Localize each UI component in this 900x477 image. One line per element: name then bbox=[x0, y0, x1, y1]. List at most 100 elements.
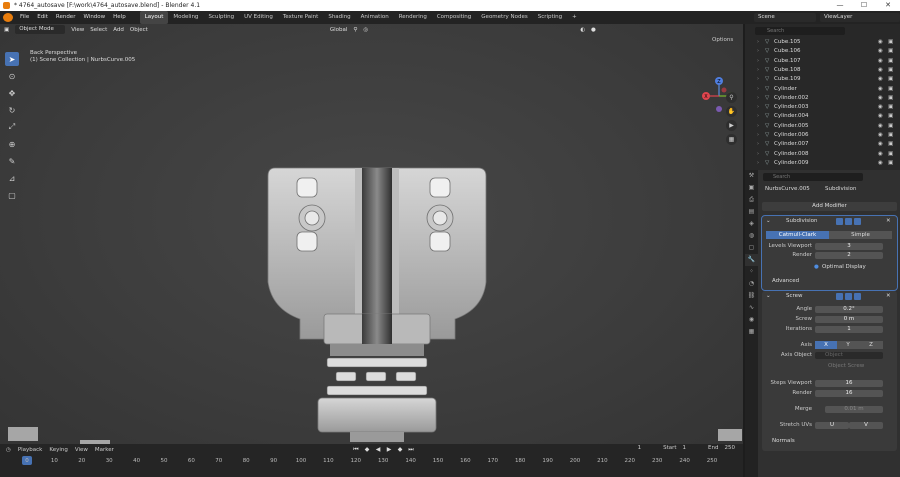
axis-z-option[interactable]: Z bbox=[859, 341, 883, 349]
tab-scripting[interactable]: Scripting bbox=[533, 11, 567, 24]
advanced-section[interactable]: Advanced bbox=[772, 278, 799, 284]
blender-logo-icon[interactable] bbox=[3, 13, 13, 22]
steps-render-field[interactable]: 16 bbox=[815, 390, 883, 397]
menu-window[interactable]: Window bbox=[79, 11, 109, 24]
expand-arrow-icon[interactable]: › bbox=[757, 150, 759, 159]
merge-field[interactable]: 0.01 m bbox=[825, 406, 883, 413]
outliner-row[interactable]: › ▽ Cylinder.006 ◉ ▣ bbox=[745, 131, 900, 140]
render-camera-icon[interactable]: ▣ bbox=[888, 38, 893, 47]
menu-timeline-view[interactable]: View bbox=[75, 447, 88, 453]
visibility-eye-icon[interactable]: ◉ bbox=[878, 159, 883, 168]
texture-tab-icon[interactable]: ▦ bbox=[745, 326, 758, 338]
timeline-editor-icon[interactable]: ◷ bbox=[6, 447, 11, 453]
visibility-eye-icon[interactable]: ◉ bbox=[878, 47, 883, 56]
render-camera-icon[interactable]: ▣ bbox=[888, 66, 893, 75]
menu-help[interactable]: Help bbox=[109, 11, 130, 24]
outliner-row[interactable]: › ▽ Cube.106 ◉ ▣ bbox=[745, 47, 900, 56]
visibility-eye-icon[interactable]: ◉ bbox=[878, 140, 883, 149]
constraints-tab-icon[interactable]: ⛓ bbox=[745, 290, 758, 302]
outliner-row[interactable]: › ▽ Cylinder ◉ ▣ bbox=[745, 85, 900, 94]
render-levels-field[interactable]: 2 bbox=[815, 252, 883, 259]
tab-compositing[interactable]: Compositing bbox=[432, 11, 476, 24]
object-screw-checkbox[interactable]: Object Screw bbox=[828, 363, 864, 369]
render-camera-icon[interactable]: ▣ bbox=[888, 103, 893, 112]
particles-tab-icon[interactable]: ⁘ bbox=[745, 266, 758, 278]
outliner-row[interactable]: › ▽ Cylinder.009 ◉ ▣ bbox=[745, 159, 900, 168]
visibility-eye-icon[interactable]: ◉ bbox=[878, 122, 883, 131]
expand-arrow-icon[interactable]: › bbox=[757, 131, 759, 140]
view-layer-selector[interactable]: ViewLayer bbox=[820, 13, 900, 22]
menu-playback[interactable]: Playback bbox=[18, 447, 43, 453]
catmull-clark-option[interactable]: Catmull-Clark bbox=[766, 231, 829, 239]
expand-arrow-icon[interactable]: › bbox=[757, 159, 759, 168]
tab-sculpting[interactable]: Sculpting bbox=[203, 11, 239, 24]
menu-file[interactable]: File bbox=[16, 11, 33, 24]
angle-field[interactable]: 0.2° bbox=[815, 306, 883, 313]
tab-shading[interactable]: Shading bbox=[323, 11, 355, 24]
add-workspace-button[interactable]: + bbox=[567, 11, 582, 24]
tab-texture-paint[interactable]: Texture Paint bbox=[278, 11, 324, 24]
visibility-eye-icon[interactable]: ◉ bbox=[878, 57, 883, 66]
render-camera-icon[interactable]: ▣ bbox=[888, 75, 893, 84]
expand-arrow-icon[interactable]: › bbox=[757, 140, 759, 149]
expand-arrow-icon[interactable]: › bbox=[757, 112, 759, 121]
stretch-v-toggle[interactable]: V bbox=[849, 422, 883, 429]
outliner-row[interactable]: › ▽ Cylinder.002 ◉ ▣ bbox=[745, 94, 900, 103]
render-tab-icon[interactable]: ▣ bbox=[745, 182, 758, 194]
visibility-eye-icon[interactable]: ◉ bbox=[878, 112, 883, 121]
render-camera-icon[interactable]: ▣ bbox=[888, 112, 893, 121]
subdivision-name-field[interactable]: Subdivision bbox=[786, 218, 818, 224]
render-camera-icon[interactable]: ▣ bbox=[888, 150, 893, 159]
visibility-eye-icon[interactable]: ◉ bbox=[878, 38, 883, 47]
levels-viewport-field[interactable]: 3 bbox=[815, 243, 883, 250]
current-frame-field[interactable]: 1 bbox=[638, 445, 642, 451]
render-camera-icon[interactable]: ▣ bbox=[888, 140, 893, 149]
render-camera-icon[interactable]: ▣ bbox=[888, 47, 893, 56]
axis-x-option[interactable]: X bbox=[815, 341, 837, 349]
tab-layout[interactable]: Layout bbox=[139, 11, 169, 24]
visibility-eye-icon[interactable]: ◉ bbox=[878, 75, 883, 84]
screw-collapse-icon[interactable]: ⌄ bbox=[766, 293, 771, 299]
outliner-row[interactable]: › ▽ Cube.105 ◉ ▣ bbox=[745, 38, 900, 47]
add-modifier-button[interactable]: Add Modifier bbox=[762, 202, 897, 211]
optimal-display-checkbox[interactable]: ● bbox=[814, 264, 819, 270]
visibility-eye-icon[interactable]: ◉ bbox=[878, 131, 883, 140]
jump-end-icon[interactable]: ⏭ bbox=[407, 446, 415, 453]
expand-arrow-icon[interactable]: › bbox=[757, 38, 759, 47]
viewport-toggle-icon[interactable] bbox=[845, 218, 852, 225]
expand-arrow-icon[interactable]: › bbox=[757, 103, 759, 112]
3d-viewport[interactable]: ▣ Object Mode View Select Add Object Glo… bbox=[0, 24, 743, 444]
jump-start-icon[interactable]: ⏮ bbox=[352, 446, 360, 453]
tab-animation[interactable]: Animation bbox=[356, 11, 394, 24]
tab-uv-editing[interactable]: UV Editing bbox=[239, 11, 278, 24]
screw-name-field[interactable]: Screw bbox=[786, 293, 803, 299]
object-tab-icon[interactable]: ▢ bbox=[745, 242, 758, 254]
render-camera-icon[interactable]: ▣ bbox=[888, 57, 893, 66]
menu-edit[interactable]: Edit bbox=[33, 11, 52, 24]
iterations-field[interactable]: 1 bbox=[815, 326, 883, 333]
maximize-button[interactable]: ☐ bbox=[852, 0, 876, 11]
expand-arrow-icon[interactable]: › bbox=[757, 47, 759, 56]
outliner-row[interactable]: › ▽ Cylinder.003 ◉ ▣ bbox=[745, 103, 900, 112]
tab-rendering[interactable]: Rendering bbox=[394, 11, 432, 24]
world-tab-icon[interactable]: ◍ bbox=[745, 230, 758, 242]
expand-arrow-icon[interactable]: › bbox=[757, 75, 759, 84]
tab-geometry-nodes[interactable]: Geometry Nodes bbox=[476, 11, 532, 24]
modifier-tab-icon[interactable]: 🔧 bbox=[745, 254, 758, 266]
simple-option[interactable]: Simple bbox=[829, 231, 892, 239]
material-tab-icon[interactable]: ◉ bbox=[745, 314, 758, 326]
minimize-button[interactable]: — bbox=[828, 0, 852, 11]
render-camera-icon[interactable]: ▣ bbox=[888, 94, 893, 103]
visibility-eye-icon[interactable]: ◉ bbox=[878, 85, 883, 94]
screw-remove-icon[interactable]: ✕ bbox=[886, 293, 891, 299]
menu-marker[interactable]: Marker bbox=[95, 447, 114, 453]
remove-modifier-icon[interactable]: ✕ bbox=[886, 218, 891, 224]
outliner-row[interactable]: › ▽ Cube.108 ◉ ▣ bbox=[745, 66, 900, 75]
visibility-eye-icon[interactable]: ◉ bbox=[878, 94, 883, 103]
render-camera-icon[interactable]: ▣ bbox=[888, 85, 893, 94]
outliner-row[interactable]: › ▽ Cube.109 ◉ ▣ bbox=[745, 75, 900, 84]
outliner-row[interactable]: › ▽ Cylinder.005 ◉ ▣ bbox=[745, 122, 900, 131]
outliner-row[interactable]: › ▽ Cube.107 ◉ ▣ bbox=[745, 57, 900, 66]
close-button[interactable]: ✕ bbox=[876, 0, 900, 11]
render-camera-icon[interactable]: ▣ bbox=[888, 159, 893, 168]
